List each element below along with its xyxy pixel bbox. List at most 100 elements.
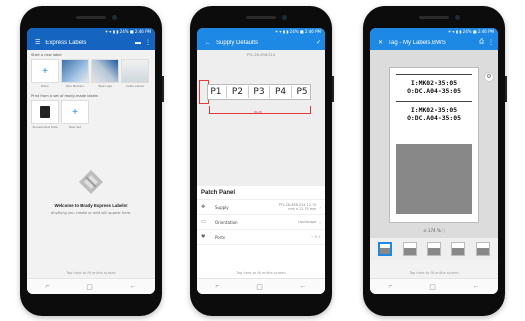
pipe-markers-tile[interactable] [61, 59, 89, 83]
port-divider [290, 86, 292, 98]
label-preview-area[interactable]: ⚙ I:MK02-35:05 O:DC.A04-35:05 I:MK02-35:… [370, 50, 498, 242]
label-line: O:DC.A04-35:05 [407, 114, 461, 122]
dimension-line: 81.28 [209, 106, 311, 114]
ports-stepper[interactable]: − 5 + [311, 235, 321, 239]
supply-row[interactable]: ✥ Supply PTL-28-498-S1X 12.70 mm x 12.70… [197, 200, 325, 215]
more-icon[interactable]: ⋮ [488, 39, 494, 46]
status-bar: ✶ ▾ ▮ ▮ 24% ■ 2:46 PM [104, 29, 151, 34]
port-label: P3 [253, 87, 265, 97]
thumbnail[interactable] [426, 242, 441, 256]
recents-nav-icon[interactable]: ← [473, 283, 480, 290]
chevron-right-icon: › [319, 204, 321, 210]
home-nav-icon[interactable]: ▢ [256, 283, 263, 291]
print-icon[interactable]: ⎙ [479, 39, 484, 46]
template-tiles: + [27, 59, 155, 83]
set-caption: Spreadsheet Data [32, 125, 58, 129]
cable-labels-tile[interactable] [121, 59, 149, 83]
front-camera [112, 15, 117, 20]
back-nav-icon[interactable]: ⌐ [388, 283, 392, 290]
app-title: Supply Defaults [216, 39, 259, 46]
row-label: Orientation [215, 219, 238, 225]
zoom-row: ⊖ 174 % ⛶ [370, 228, 498, 233]
status-bar: ✶ ▾ ▮ ▮ 24% ■ 2:46 PM [447, 29, 494, 34]
thumbnail[interactable] [378, 242, 393, 256]
tile-captions: Blank Pipe Markers Tape Lags Cable Label… [27, 83, 155, 88]
settings-icon[interactable]: ⚙ [484, 72, 494, 82]
back-nav-icon[interactable]: ⌐ [45, 283, 49, 290]
zoom-out-icon[interactable]: ⊖ [423, 228, 426, 233]
thumbnail[interactable] [402, 242, 417, 256]
label-line: I:MK02-35:05 [410, 79, 458, 87]
speaker [246, 16, 276, 19]
thumbnail[interactable] [451, 242, 466, 256]
fit-screen-hint[interactable]: Tap here to fit entire screen [370, 271, 498, 275]
label-line: I:MK02-35:05 [410, 106, 458, 114]
recents-nav-icon[interactable]: ← [300, 283, 307, 290]
label-text-block: I:MK02-35:05 O:DC.A04-35:05 [396, 101, 472, 122]
top-bar: ✶ ▾ ▮ ▮ 24% ■ 2:46 PM ← Supply Defaults … [197, 28, 325, 50]
label-backing [396, 144, 472, 214]
row-label: Ports [215, 234, 226, 240]
system-navbar: ⌐ ▢ ← [370, 278, 498, 294]
home-nav-icon[interactable]: ▢ [86, 283, 93, 291]
orientation-icon: ▭ [201, 219, 206, 225]
label-card[interactable]: I:MK02-35:05 O:DC.A04-35:05 I:MK02-35:05… [389, 67, 479, 223]
screen: ✶ ▾ ▮ ▮ 24% ■ 2:46 PM ← Supply Defaults … [197, 28, 325, 294]
print-set-heading: Print from a set of ready-made labels [31, 94, 98, 98]
system-navbar: ⌐ ▢ ← [197, 278, 325, 294]
port-label: P5 [296, 87, 308, 97]
menu-icon[interactable]: ☰ [35, 39, 40, 46]
fit-icon[interactable]: ⛶ [442, 228, 445, 233]
orientation-row[interactable]: ▭ Orientation Landscape › [197, 215, 325, 230]
tile-caption: Cable Labels [126, 84, 144, 88]
front-camera [282, 15, 287, 20]
side-button [332, 76, 334, 102]
fit-screen-hint[interactable]: Tap here to fit entire screen [197, 271, 325, 275]
brady-logo-icon [79, 170, 103, 194]
app-bar: ← Supply Defaults ✓ [197, 35, 325, 50]
screen: ✶ ▾ ▮ ▮ 24% ■ 2:46 PM ✕ Tag - My Labels.… [370, 28, 498, 294]
label-line: O:DC.A04-35:05 [407, 87, 461, 95]
thumbnail[interactable] [475, 242, 490, 256]
welcome-subtext: Anything you create or edit will appear … [50, 211, 132, 215]
close-icon[interactable]: ✕ [378, 39, 383, 46]
panel-title: Patch Panel [197, 186, 325, 200]
new-set-tile[interactable]: + [61, 100, 89, 124]
home-nav-icon[interactable]: ▢ [429, 283, 436, 291]
supply-icon: ✥ [201, 204, 206, 210]
supply-part-number: PTL-28-498-S1X [246, 53, 276, 57]
heart-icon: ♥ [201, 234, 206, 240]
fit-screen-hint[interactable]: Tap here to fit entire screen [27, 271, 155, 275]
app-title: Tag - My Labels.BWS [388, 39, 446, 46]
port-divider [269, 86, 271, 98]
start-label-heading: Start a new label [31, 53, 62, 57]
side-button [162, 76, 164, 102]
port-label: P2 [231, 87, 244, 97]
dimension-value: 81.28 [254, 110, 262, 114]
row-value: PTL-28-498-S1X 12.70 mm x 12.70 mm [278, 203, 317, 211]
patch-panel-ports[interactable]: P1 P2 P3 P4 P5 [207, 84, 311, 100]
checkmark-icon[interactable]: ✓ [316, 39, 321, 46]
back-nav-icon[interactable]: ⌐ [215, 283, 219, 290]
speaker [419, 16, 449, 19]
port-label: P1 [210, 87, 222, 97]
label-canvas[interactable]: PTL-28-498-S1X P1 P2 P3 P4 P5 81.28 [197, 50, 325, 186]
plus-icon: + [72, 106, 78, 118]
top-bar: ✶ ▾ ▮ ▮ 24% ■ 2:46 PM ☰ Express Labels ▬… [27, 28, 155, 50]
zoom-level: 174 % [427, 228, 441, 233]
more-icon[interactable]: ⋮ [145, 39, 151, 46]
row-label: Supply [215, 204, 229, 210]
tape-tags-tile[interactable] [91, 59, 119, 83]
folder-icon[interactable]: ▬ [135, 40, 141, 46]
phone-tag-preview: ✶ ▾ ▮ ▮ 24% ■ 2:46 PM ✕ Tag - My Labels.… [363, 6, 507, 316]
ports-row[interactable]: ♥ Ports − 5 + [197, 230, 325, 245]
set-captions: Spreadsheet Data New Set [27, 124, 155, 129]
back-arrow-icon[interactable]: ← [205, 40, 211, 46]
tile-caption: Pipe Markers [66, 84, 84, 88]
system-navbar: ⌐ ▢ ← [27, 278, 155, 294]
spreadsheet-tile[interactable] [31, 100, 59, 124]
top-bar: ✶ ▾ ▮ ▮ 24% ■ 2:46 PM ✕ Tag - My Labels.… [370, 28, 498, 50]
new-blank-tile[interactable]: + [31, 59, 59, 83]
recents-nav-icon[interactable]: ← [130, 283, 137, 290]
phone-supply-defaults: ✶ ▾ ▮ ▮ 24% ■ 2:46 PM ← Supply Defaults … [190, 6, 334, 316]
